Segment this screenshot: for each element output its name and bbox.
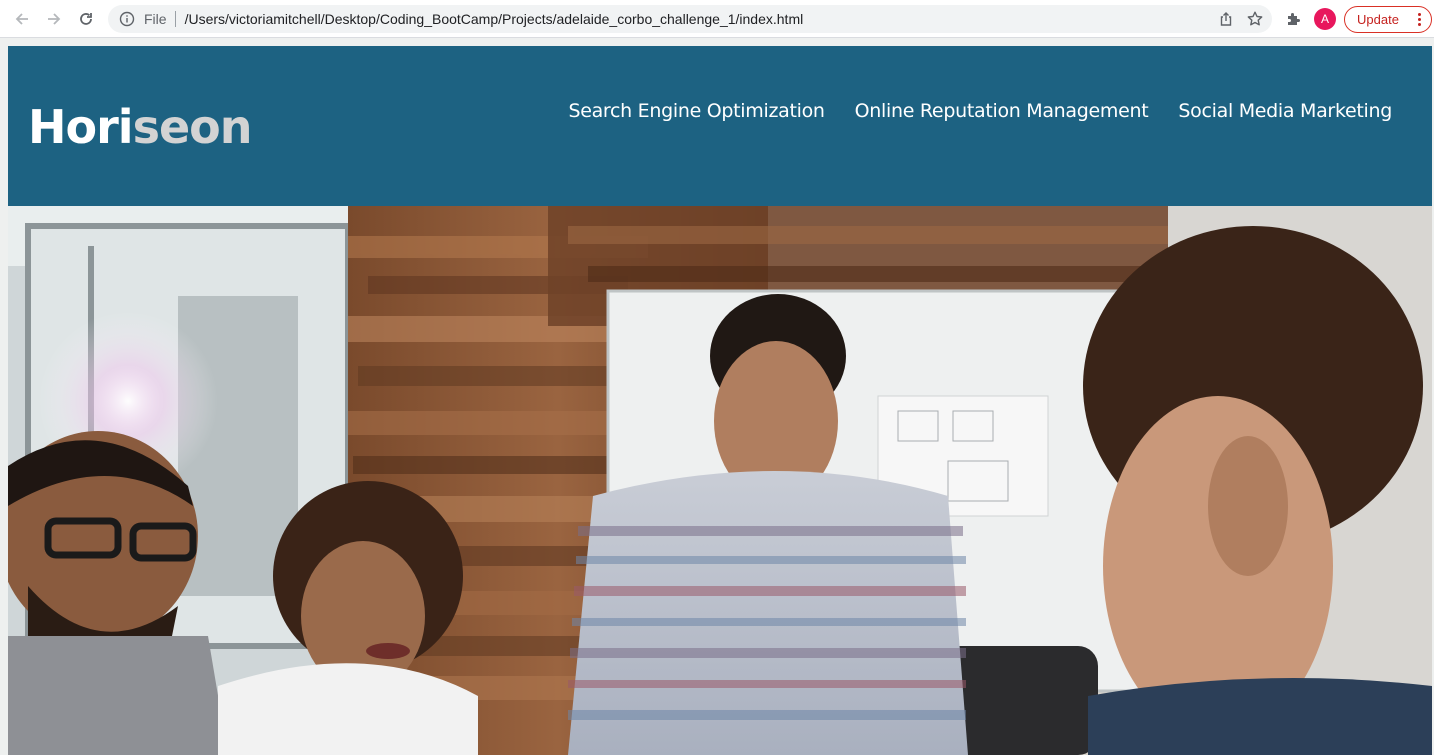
- address-bar[interactable]: File /Users/victoriamitchell/Desktop/Cod…: [108, 5, 1272, 33]
- hero-image: [8, 206, 1432, 755]
- site-info-button[interactable]: [119, 11, 135, 27]
- scheme-separator: [174, 11, 176, 27]
- update-button[interactable]: Update: [1344, 6, 1432, 33]
- url-text[interactable]: /Users/victoriamitchell/Desktop/Coding_B…: [185, 11, 804, 27]
- forward-arrow-icon: [48, 13, 61, 25]
- puzzle-icon: [1288, 13, 1300, 25]
- star-icon[interactable]: [1246, 10, 1264, 28]
- page-viewport: Horiseon Search Engine Optimization Onli…: [0, 38, 1434, 755]
- nav-link-reputation[interactable]: Online Reputation Management: [855, 100, 1149, 122]
- nav-link-social-media[interactable]: Social Media Marketing: [1178, 100, 1392, 122]
- reload-button[interactable]: [72, 5, 100, 33]
- scheme-label: File: [144, 11, 167, 27]
- browser-toolbar: File /Users/victoriamitchell/Desktop/Cod…: [0, 0, 1434, 38]
- back-arrow-icon: [15, 13, 28, 25]
- forward-button[interactable]: [40, 5, 68, 33]
- site-header: Horiseon Search Engine Optimization Onli…: [8, 46, 1432, 206]
- info-icon: [119, 11, 135, 27]
- site-logo: Horiseon: [28, 100, 252, 154]
- logo-part-seon: seon: [132, 100, 253, 154]
- nav-link-seo[interactable]: Search Engine Optimization: [568, 100, 825, 122]
- more-vert-icon: [1418, 13, 1422, 27]
- update-label: Update: [1357, 12, 1399, 27]
- office-meeting-photo: [8, 206, 1432, 755]
- share-icon[interactable]: [1218, 11, 1234, 27]
- logo-part-hori: Hori: [28, 100, 134, 154]
- site-nav: Search Engine Optimization Online Reputa…: [568, 100, 1392, 122]
- extensions-button[interactable]: [1282, 7, 1306, 31]
- reload-icon: [80, 13, 92, 25]
- profile-avatar[interactable]: A: [1314, 8, 1336, 30]
- back-button[interactable]: [8, 5, 36, 33]
